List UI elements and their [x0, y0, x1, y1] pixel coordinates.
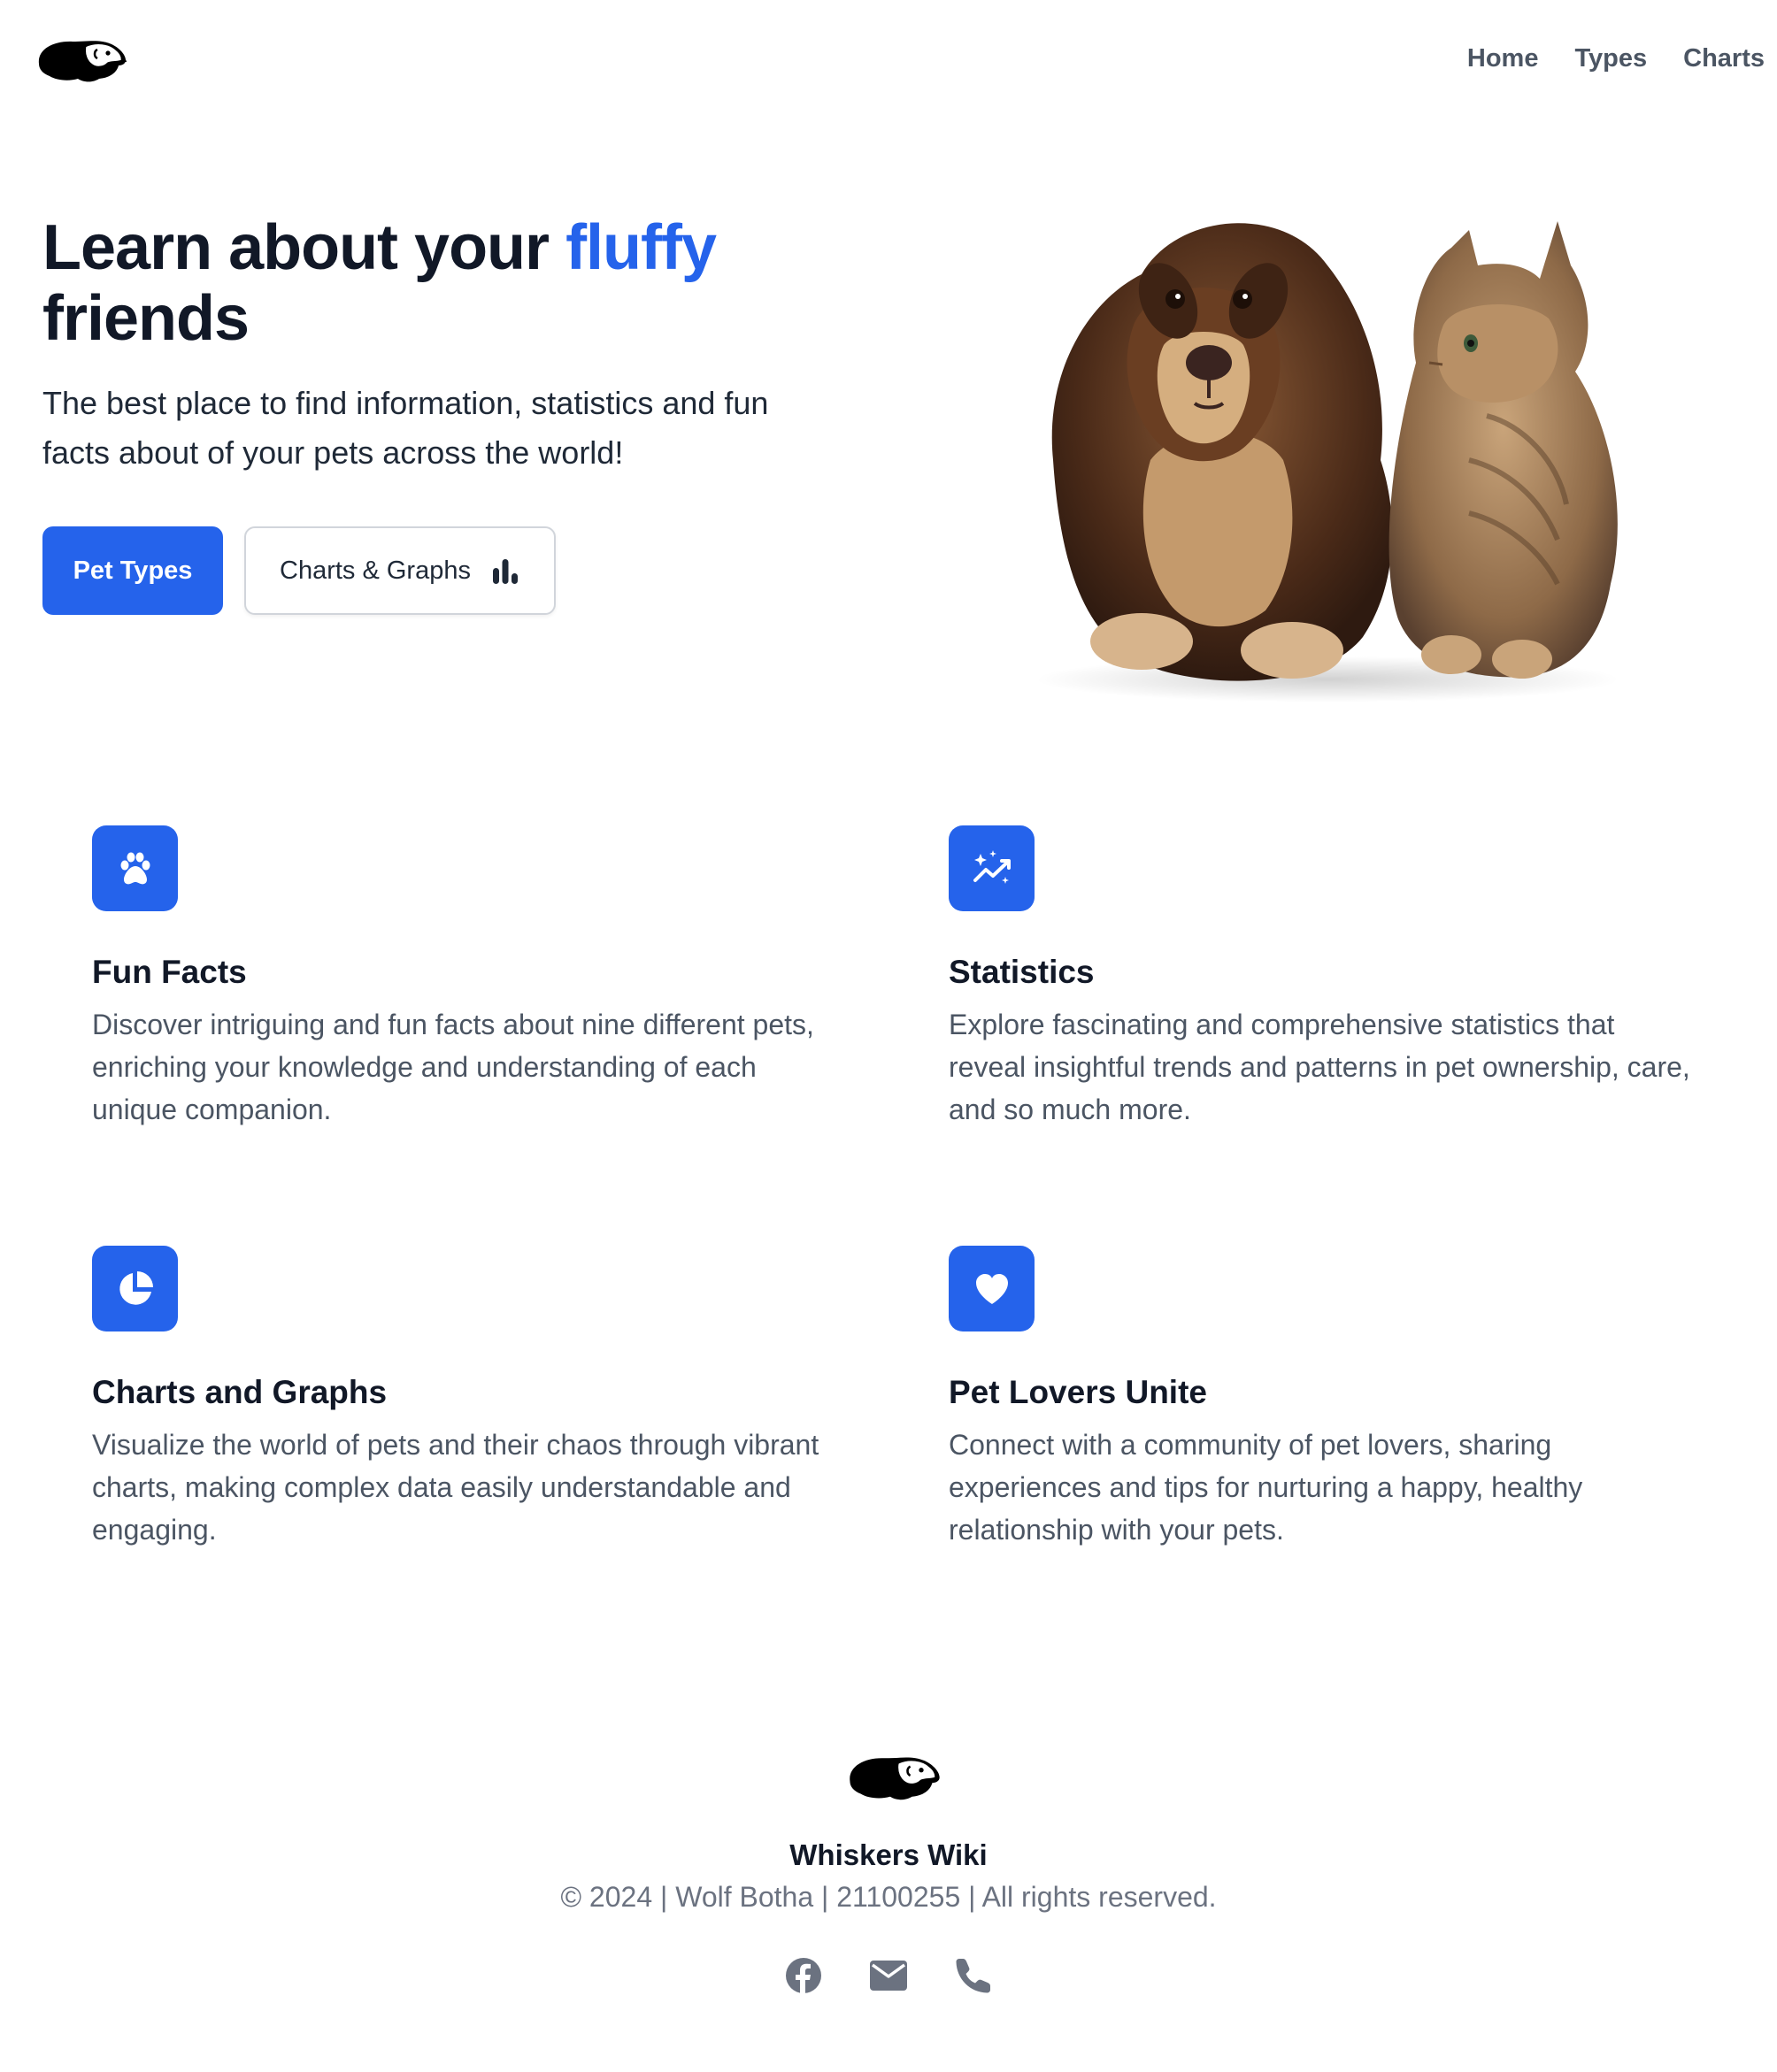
feature-fun-facts: Fun Facts Discover intriguing and fun fa… — [92, 825, 835, 1131]
nav-link-types[interactable]: Types — [1574, 44, 1647, 73]
feature-pet-lovers-unite: Pet Lovers Unite Connect with a communit… — [949, 1246, 1692, 1551]
feature-title: Fun Facts — [92, 954, 247, 990]
dog-and-cat-image-icon — [1035, 221, 1619, 702]
charts-graphs-button-label: Charts & Graphs — [280, 556, 471, 585]
feature-title: Pet Lovers Unite — [949, 1374, 1207, 1410]
hero-title-accent: fluffy — [565, 212, 717, 283]
hero-title-part2: friends — [42, 283, 250, 354]
feature-title: Charts and Graphs — [92, 1374, 388, 1410]
hero-title: Learn about your fluffy friends — [42, 212, 839, 354]
feature-icon-box — [92, 1246, 178, 1331]
feature-description: Explore fascinating and comprehensive st… — [949, 1009, 1690, 1125]
heart-icon — [975, 1273, 1008, 1304]
feature-description: Connect with a community of pet lovers, … — [949, 1429, 1583, 1546]
feature-description: Discover intriguing and fun facts about … — [92, 1009, 814, 1125]
footer-guinea-pig-logo-icon — [850, 1757, 940, 1800]
feature-charts-graphs: Charts and Graphs Visualize the world of… — [92, 1246, 835, 1551]
hero-title-part1: Learn about your — [42, 212, 566, 283]
feature-icon-box — [949, 825, 1035, 911]
social-links — [0, 1955, 1777, 1996]
footer-brand: Whiskers Wiki — [789, 1838, 988, 1871]
sparkle-trend-icon — [973, 849, 1011, 884]
charts-graphs-button[interactable]: Charts & Graphs — [244, 526, 556, 615]
feature-icon-box — [92, 825, 178, 911]
site-header: Home Types Charts — [0, 0, 1777, 124]
footer-copyright: © 2024 | Wolf Botha | 21100255 | All rig… — [560, 1881, 1217, 1913]
facebook-icon[interactable] — [783, 1955, 824, 1996]
pet-types-button[interactable]: Pet Types — [42, 526, 223, 615]
feature-icon-box — [949, 1246, 1035, 1331]
mail-icon[interactable] — [868, 1955, 909, 1996]
feature-statistics: Statistics Explore fascinating and compr… — [949, 825, 1692, 1131]
pie-chart-icon — [119, 1270, 153, 1305]
bar-chart-icon — [492, 559, 518, 584]
feature-description: Visualize the world of pets and their ch… — [92, 1429, 819, 1546]
hero-subtitle: The best place to find information, stat… — [42, 385, 769, 471]
feature-title: Statistics — [949, 954, 1095, 990]
phone-icon[interactable] — [953, 1955, 994, 1996]
main-nav: Home Types Charts — [1467, 44, 1765, 73]
nav-link-charts[interactable]: Charts — [1683, 44, 1765, 73]
nav-link-home[interactable]: Home — [1467, 44, 1539, 73]
guinea-pig-logo-icon[interactable] — [34, 34, 129, 87]
paw-icon — [120, 852, 150, 884]
